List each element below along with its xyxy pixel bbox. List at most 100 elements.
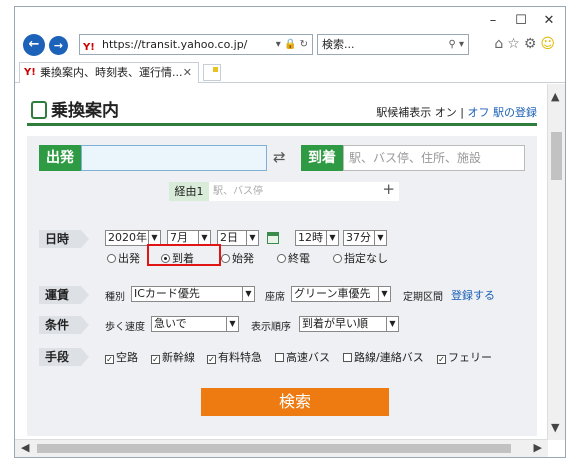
departure-label: 出発 [39,145,81,171]
vertical-scrollbar[interactable]: ▲ ▼ [547,84,565,440]
scroll-thumb[interactable] [37,444,511,453]
day-select[interactable]: 2日 ▼ [217,230,259,246]
checkbox-highway-bus[interactable]: 高速バス [275,349,330,365]
lock-refresh-icon[interactable]: ▾ 🔒 ↻ [276,35,308,54]
order-select[interactable]: 到着が早い順 ▼ [299,316,399,332]
add-via-icon[interactable]: + [382,180,395,199]
walk-speed-label: 歩く速度 [105,322,145,333]
hour-select[interactable]: 12時 ▼ [295,230,339,246]
title-bar: – ☐ ✕ [15,7,565,33]
checkbox-checked-icon: ✓ [437,355,446,364]
scroll-right-icon[interactable]: ▶ [534,441,542,454]
checkbox-checked-icon: ✓ [105,355,114,364]
calendar-icon[interactable] [267,232,279,244]
station-register-link[interactable]: 駅の登録 [493,106,537,119]
minimize-icon[interactable]: – [483,13,503,28]
tab-bar: Y! 乗換案内、時刻表、運行情... ✕ [15,61,565,83]
maximize-icon[interactable]: ☐ [511,13,531,28]
scroll-left-icon[interactable]: ◀ [21,441,29,454]
horizontal-scrollbar[interactable]: ◀ ▶ [15,439,548,457]
checkbox-checked-icon: ✓ [207,355,216,364]
checkbox-checked-icon: ✓ [151,355,160,364]
search-placeholder: 検索... [322,38,355,51]
chevron-down-icon: ▼ [374,231,386,245]
swap-icon[interactable]: ⇄ [273,148,286,166]
arrival-input[interactable]: 駅、バス停、住所、施設 [343,145,525,171]
condition-label: 条件 [39,316,89,334]
radio-unspecified[interactable]: 指定なし [333,250,388,266]
chevron-down-icon: ▼ [386,317,398,331]
checkbox-limited-express[interactable]: ✓ 有料特急 [207,349,262,365]
type-label: 種別 [105,292,125,303]
arrival-label: 到着 [301,145,343,171]
checkbox-icon [275,353,284,362]
checkbox-air[interactable]: ✓ 空路 [105,349,138,365]
yahoo-favicon-icon: Y! [83,42,95,53]
gear-icon[interactable]: ⚙ [524,36,541,52]
search-form: 出発 ⇄ 到着 駅、バス停、住所、施設 経由1 駅、バス停 + 日時 2020年 ▼… [27,136,537,436]
seat-label: 座席 [265,292,285,303]
via-label: 経由1 [169,182,209,201]
forward-icon[interactable]: → [49,36,68,55]
scroll-down-icon[interactable]: ▼ [551,421,559,434]
type-select[interactable]: ICカード優先 ▼ [131,286,255,302]
means-label: 手段 [39,348,89,366]
chevron-down-icon: ▼ [226,317,238,331]
page-content: 乗換案内 駅候補表示 オン | オフ 駅の登録 出発 ⇄ 到着 駅、バス停、住所… [15,84,548,440]
radio-icon [333,254,342,263]
toolbar-icons: ⌂☆⚙☺ [494,36,559,52]
search-button[interactable]: 検索 [201,388,389,416]
back-icon[interactable]: ← [23,34,45,56]
radio-first-train[interactable]: 始発 [221,250,254,266]
tab-transit[interactable]: Y! 乗換案内、時刻表、運行情... ✕ [19,62,199,83]
search-box[interactable]: 検索... ⚲ ▾ [317,34,469,55]
site-logo[interactable]: 乗換案内 [31,96,119,121]
fare-label: 運賃 [39,286,89,304]
radio-icon [107,254,116,263]
chevron-down-icon: ▼ [242,287,254,301]
tab-title: 乗換案内、時刻表、運行情... [40,66,183,79]
smiley-feedback-icon[interactable]: ☺ [540,36,559,52]
chevron-down-icon: ▼ [198,231,210,245]
navigation-bar: ← → Y! https://transit.yahoo.co.jp/ ▾ 🔒 … [15,31,565,59]
new-tab-button[interactable] [203,64,221,81]
radio-departure[interactable]: 出発 [107,250,140,266]
seat-select[interactable]: グリーン車優先 ▼ [291,286,391,302]
site-header: 乗換案内 駅候補表示 オン | オフ 駅の登録 [27,92,537,126]
search-icon[interactable]: ⚲ ▾ [448,35,464,54]
separator: | [460,106,464,119]
order-label: 表示順序 [251,322,291,333]
checkbox-shinkansen[interactable]: ✓ 新幹線 [151,349,195,365]
suggest-off[interactable]: オフ [468,106,490,119]
chevron-down-icon: ▼ [326,231,338,245]
radio-last-train[interactable]: 終電 [277,250,310,266]
favorites-star-icon[interactable]: ☆ [507,36,524,52]
browser-window: – ☐ ✕ ← → Y! https://transit.yahoo.co.jp… [14,6,566,458]
highlight-box [147,244,221,266]
checkbox-icon [343,353,352,362]
suggest-on[interactable]: オン [435,106,457,119]
header-options: 駅候補表示 オン | オフ 駅の登録 [376,104,537,120]
tab-close-icon[interactable]: ✕ [183,63,192,82]
via-input[interactable]: 駅、バス停 + [209,180,399,201]
commuter-register-link[interactable]: 登録する [451,287,495,303]
chevron-down-icon: ▼ [148,231,160,245]
scroll-up-icon[interactable]: ▲ [551,90,559,103]
yahoo-favicon-icon: Y! [24,67,36,78]
scroll-thumb[interactable] [551,132,562,180]
radio-icon [277,254,286,263]
address-text: https://transit.yahoo.co.jp/ [102,38,248,51]
commuter-label: 定期区間 [403,292,443,303]
chevron-down-icon: ▼ [246,231,258,245]
walk-speed-select[interactable]: 急いで ▼ [151,316,239,332]
train-icon [31,101,47,119]
checkbox-local-bus[interactable]: 路線/連絡バス [343,349,424,365]
minute-select[interactable]: 37分 ▼ [343,230,387,246]
departure-input[interactable] [81,145,267,171]
address-bar[interactable]: Y! https://transit.yahoo.co.jp/ ▾ 🔒 ↻ [79,34,313,55]
home-icon[interactable]: ⌂ [494,36,507,52]
checkbox-ferry[interactable]: ✓ フェリー [437,349,492,365]
radio-icon [221,254,230,263]
close-icon[interactable]: ✕ [539,13,559,28]
datetime-label: 日時 [39,230,89,248]
